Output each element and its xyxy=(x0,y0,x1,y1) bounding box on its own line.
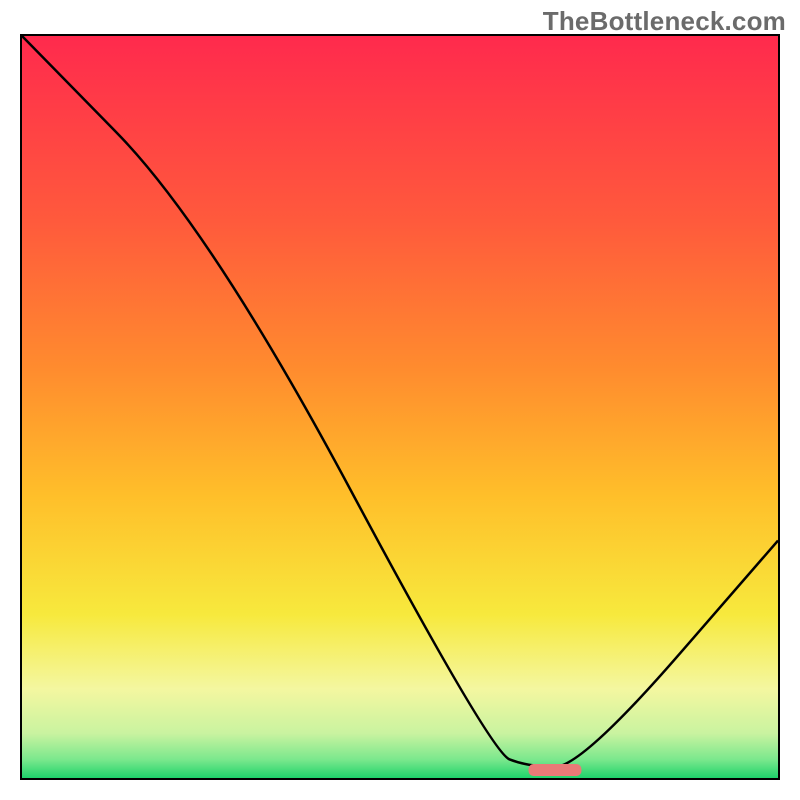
optimal-range-marker xyxy=(529,764,582,776)
bottleneck-curve xyxy=(22,36,778,767)
curve-layer xyxy=(22,36,778,778)
chart-stage: TheBottleneck.com xyxy=(0,0,800,800)
plot-frame xyxy=(20,34,780,780)
watermark-text: TheBottleneck.com xyxy=(543,6,786,37)
